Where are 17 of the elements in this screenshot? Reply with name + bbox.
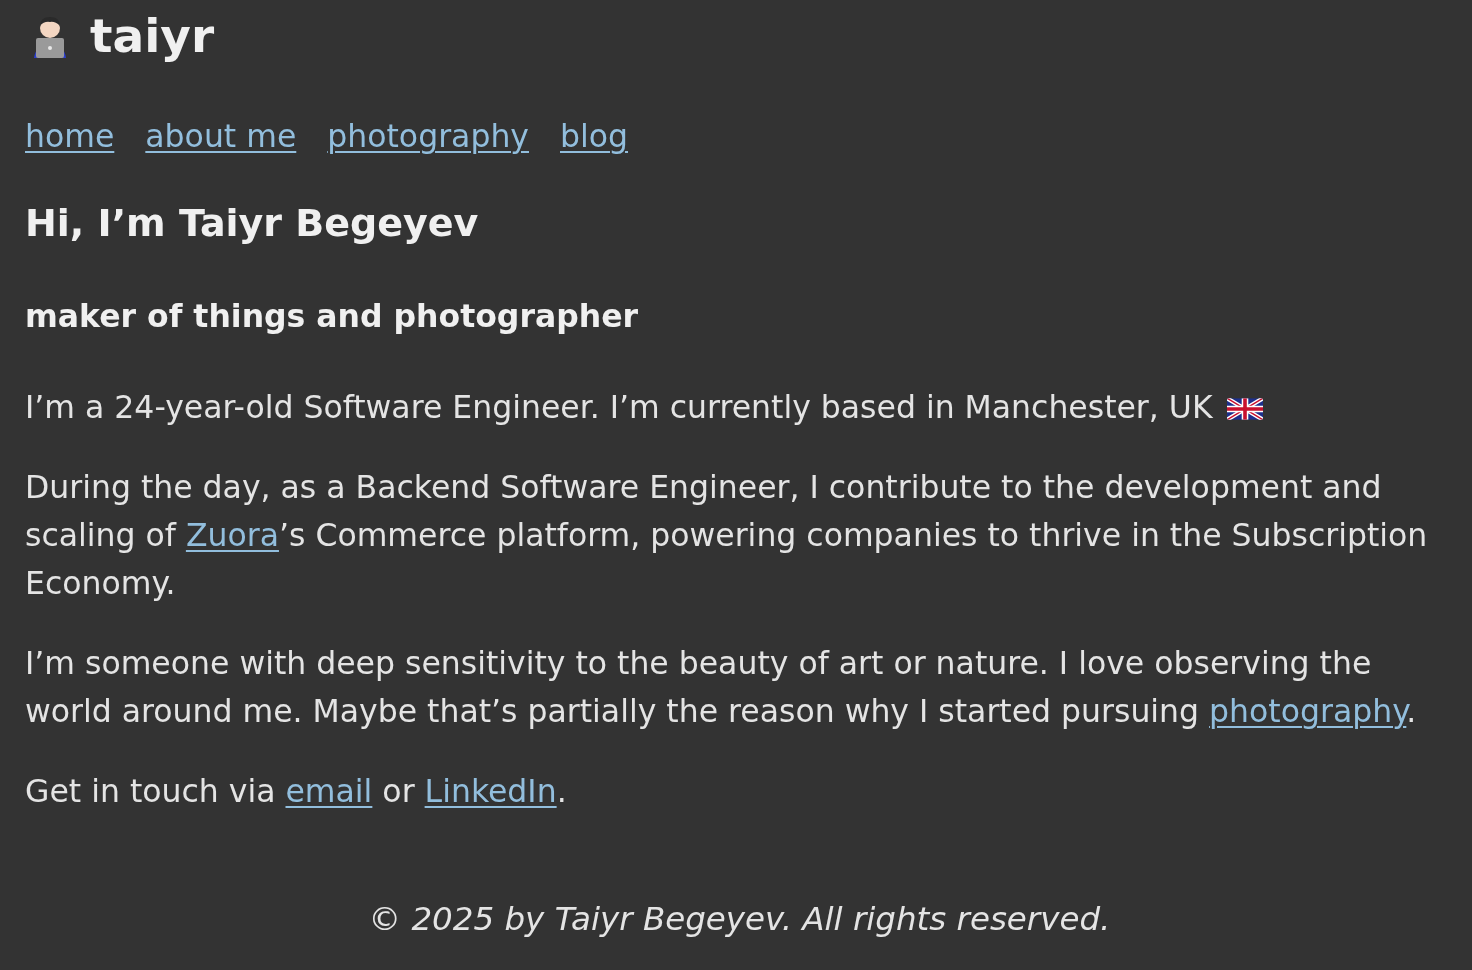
- text-link[interactable]: email: [285, 773, 373, 809]
- flag-icon: [1226, 398, 1263, 420]
- page-subheading: maker of things and photographer: [25, 297, 640, 336]
- paragraph: During the day, as a Backend Software Engineer, I contribute to the development and scaling of Zuora’s Commerce platform, powering companies to thrive in the Subscription Economy.: [25, 468, 1429, 603]
- copyright-text: © 2025 by Taiyr Begeyev. All rights reserved.: [368, 900, 1111, 938]
- nav-link[interactable]: blog: [560, 114, 628, 158]
- site-title: taiyr: [90, 8, 215, 64]
- text-link[interactable]: photography: [1209, 693, 1407, 729]
- text-link[interactable]: LinkedIn: [424, 773, 557, 809]
- page-heading: Hi, I’m Taiyr Begeyev: [25, 200, 480, 247]
- paragraph: I’m someone with deep sensitivity to the beauty of art or nature. I love observing the world around me. Maybe that’s partially the reason why I started pursuing photography.: [25, 644, 1418, 731]
- paragraph: I’m a 24-year-old Software Engineer. I’m currently based in Manchester, UK: [25, 388, 1213, 427]
- text-link[interactable]: Zuora: [185, 517, 279, 553]
- nav-link[interactable]: home: [25, 114, 115, 158]
- nav-link[interactable]: about me: [145, 114, 297, 158]
- nav-link[interactable]: photography: [327, 114, 529, 158]
- paragraph: Get in touch via email or LinkedIn.: [25, 772, 567, 811]
